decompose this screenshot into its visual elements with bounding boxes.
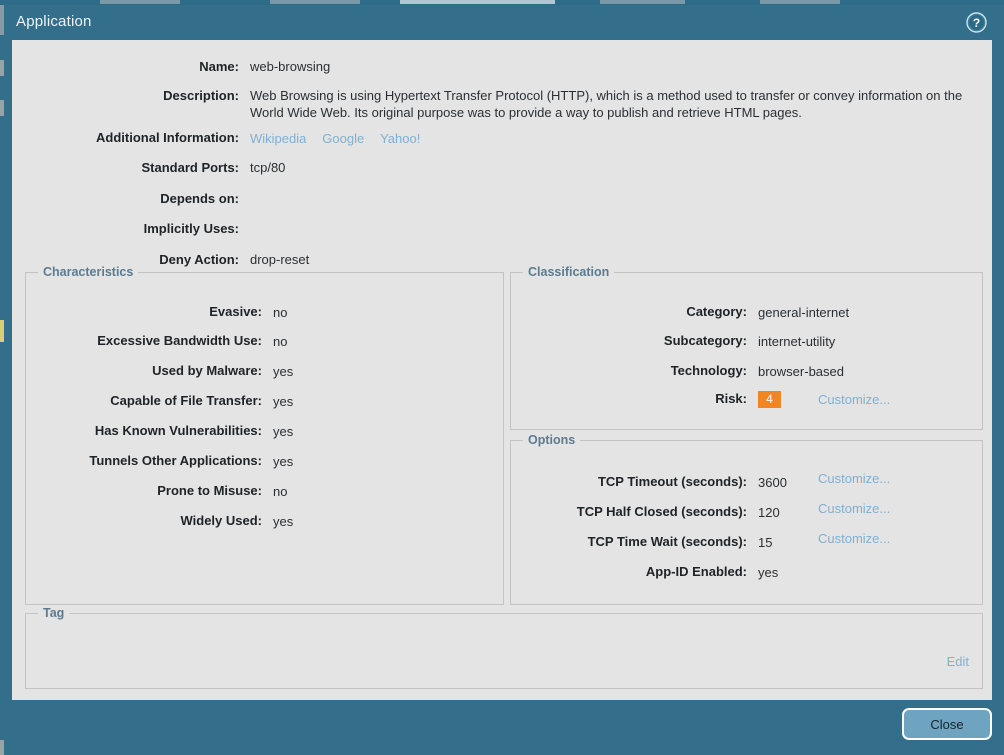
used-by-malware-label: Used by Malware: bbox=[14, 363, 262, 378]
evasive-label: Evasive: bbox=[14, 304, 262, 319]
link-yahoo[interactable]: Yahoo! bbox=[380, 131, 420, 146]
evasive-value: no bbox=[273, 305, 287, 320]
excessive-bandwidth-use-value: no bbox=[273, 334, 287, 349]
excessive-bandwidth-use-label: Excessive Bandwidth Use: bbox=[14, 333, 262, 348]
standard-ports-label: Standard Ports: bbox=[12, 160, 239, 175]
description-value: Web Browsing is using Hypertext Transfer… bbox=[250, 87, 980, 121]
dialog-content-panel: Name: web-browsing Description: Web Brow… bbox=[12, 40, 992, 700]
technology-label: Technology: bbox=[499, 363, 747, 378]
deny-action-value: drop-reset bbox=[250, 252, 309, 267]
widely-used-label: Widely Used: bbox=[14, 513, 262, 528]
tcp-timeout-label: TCP Timeout (seconds): bbox=[499, 474, 747, 489]
background-fragment bbox=[0, 740, 4, 755]
background-tab bbox=[760, 0, 840, 4]
background-tab-selected bbox=[400, 0, 555, 4]
background-fragment bbox=[0, 5, 4, 35]
classification-fieldset: Classification Category: general-interne… bbox=[510, 272, 983, 430]
technology-value: browser-based bbox=[758, 364, 844, 379]
category-label: Category: bbox=[499, 304, 747, 319]
depends-on-label: Depends on: bbox=[12, 191, 239, 206]
risk-label: Risk: bbox=[499, 391, 747, 406]
prone-to-misuse-value: no bbox=[273, 484, 287, 499]
risk-badge: 4 bbox=[758, 390, 781, 408]
tcp-half-closed-customize-link[interactable]: Customize... bbox=[818, 501, 890, 516]
background-fragment bbox=[0, 60, 4, 76]
background-tab bbox=[270, 0, 360, 4]
svg-text:?: ? bbox=[973, 16, 980, 30]
capable-of-file-transfer-value: yes bbox=[273, 394, 293, 409]
dialog-title: Application bbox=[16, 13, 92, 30]
used-by-malware-value: yes bbox=[273, 364, 293, 379]
standard-ports-value: tcp/80 bbox=[250, 160, 285, 175]
background-tab bbox=[100, 0, 180, 4]
options-fieldset: Options TCP Timeout (seconds): 3600 Cust… bbox=[510, 440, 983, 605]
classification-legend: Classification bbox=[523, 265, 614, 279]
implicitly-uses-label: Implicitly Uses: bbox=[12, 221, 239, 236]
category-value: general-internet bbox=[758, 305, 849, 320]
name-label: Name: bbox=[12, 59, 239, 74]
tunnels-other-applications-label: Tunnels Other Applications: bbox=[14, 453, 262, 468]
options-legend: Options bbox=[523, 433, 580, 447]
description-label: Description: bbox=[12, 88, 239, 103]
background-fragment bbox=[0, 100, 4, 116]
characteristics-legend: Characteristics bbox=[38, 265, 138, 279]
tcp-timeout-customize-link[interactable]: Customize... bbox=[818, 471, 890, 486]
tag-edit-link[interactable]: Edit bbox=[947, 654, 969, 669]
application-details-dialog: Application ? Name: web-browsing Descrip… bbox=[5, 5, 999, 750]
dialog-footer: Close bbox=[5, 700, 999, 750]
tcp-time-wait-value: 15 bbox=[758, 535, 772, 550]
tcp-time-wait-customize-link[interactable]: Customize... bbox=[818, 531, 890, 546]
tcp-half-closed-value: 120 bbox=[758, 505, 780, 520]
tag-fieldset: Tag Edit bbox=[25, 613, 983, 689]
tcp-time-wait-label: TCP Time Wait (seconds): bbox=[499, 534, 747, 549]
subcategory-label: Subcategory: bbox=[499, 333, 747, 348]
tcp-timeout-value: 3600 bbox=[758, 475, 787, 490]
characteristics-fieldset: Characteristics Evasive: no Excessive Ba… bbox=[25, 272, 504, 605]
link-google[interactable]: Google bbox=[322, 131, 364, 146]
subcategory-value: internet-utility bbox=[758, 334, 835, 349]
background-tab bbox=[600, 0, 685, 4]
dialog-titlebar: Application ? bbox=[5, 5, 999, 40]
app-id-enabled-label: App-ID Enabled: bbox=[499, 564, 747, 579]
tcp-half-closed-label: TCP Half Closed (seconds): bbox=[499, 504, 747, 519]
tunnels-other-applications-value: yes bbox=[273, 454, 293, 469]
close-button[interactable]: Close bbox=[902, 708, 992, 740]
additional-information-label: Additional Information: bbox=[12, 130, 239, 145]
has-known-vulnerabilities-label: Has Known Vulnerabilities: bbox=[14, 423, 262, 438]
background-left-strip bbox=[0, 5, 4, 755]
prone-to-misuse-label: Prone to Misuse: bbox=[14, 483, 262, 498]
widely-used-value: yes bbox=[273, 514, 293, 529]
has-known-vulnerabilities-value: yes bbox=[273, 424, 293, 439]
link-wikipedia[interactable]: Wikipedia bbox=[250, 131, 306, 146]
risk-customize-link[interactable]: Customize... bbox=[818, 392, 890, 407]
tag-legend: Tag bbox=[38, 606, 69, 620]
additional-information-links: Wikipedia Google Yahoo! bbox=[250, 130, 420, 148]
question-mark-circle-icon[interactable]: ? bbox=[966, 12, 987, 33]
name-value: web-browsing bbox=[250, 59, 330, 74]
background-fragment bbox=[0, 320, 4, 342]
capable-of-file-transfer-label: Capable of File Transfer: bbox=[14, 393, 262, 408]
risk-value: 4 bbox=[758, 391, 781, 408]
app-id-enabled-value: yes bbox=[758, 565, 778, 580]
